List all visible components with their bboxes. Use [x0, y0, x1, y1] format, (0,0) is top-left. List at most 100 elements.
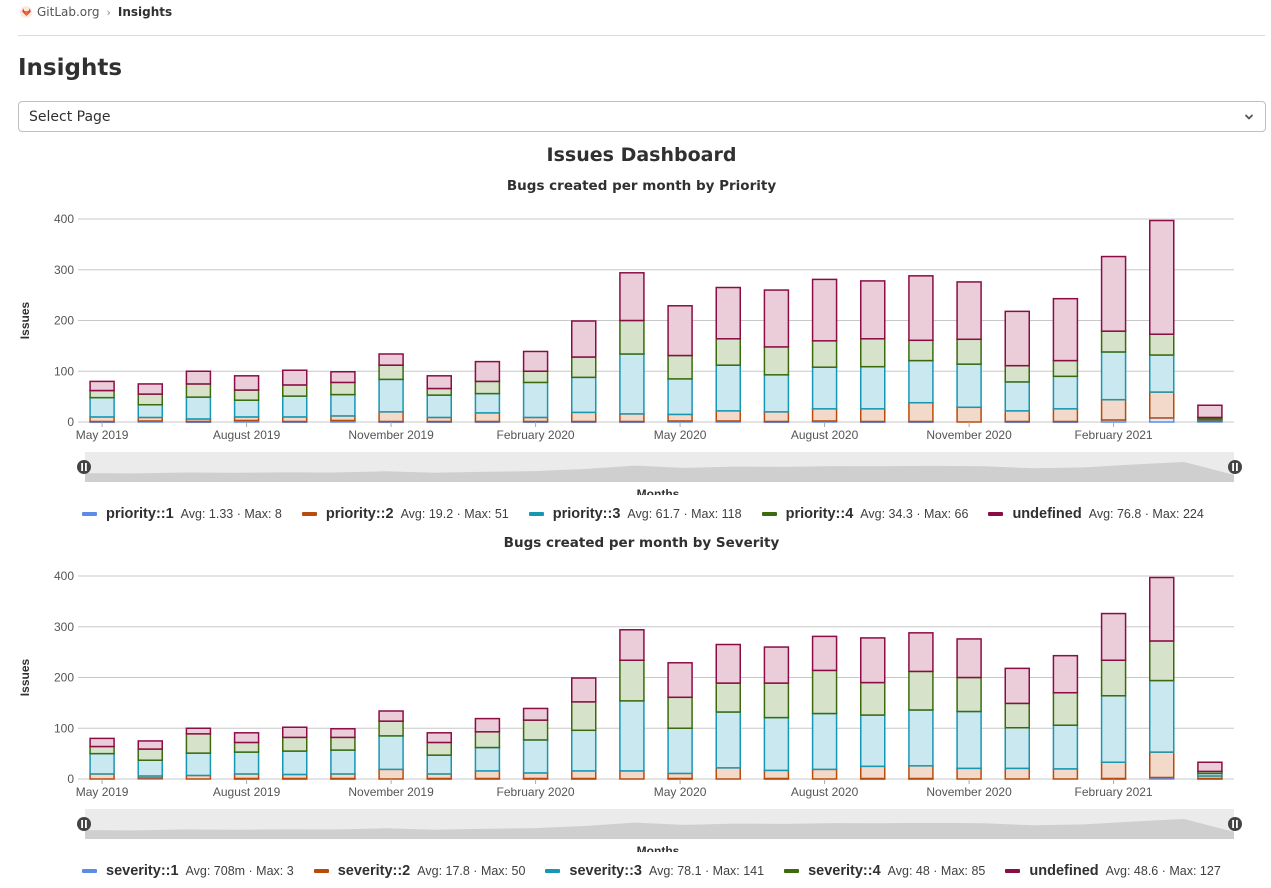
- bar-segment[interactable]: [1004, 767, 1030, 780]
- bar-segment[interactable]: [474, 392, 501, 414]
- bar-segment[interactable]: [522, 370, 549, 384]
- bar-stack[interactable]: [860, 280, 886, 424]
- bar-segment[interactable]: [763, 646, 790, 684]
- bar-segment[interactable]: [378, 735, 404, 771]
- bar-segment[interactable]: [378, 720, 404, 737]
- bar-segment[interactable]: [763, 346, 790, 376]
- bar-stack[interactable]: [1149, 576, 1175, 780]
- bar-segment[interactable]: [667, 305, 693, 357]
- bar-segment[interactable]: [715, 643, 741, 684]
- bar-segment[interactable]: [908, 401, 934, 423]
- legend-item[interactable]: undefined Avg: 76.8 · Max: 224: [988, 506, 1204, 522]
- bar-segment[interactable]: [89, 773, 115, 780]
- bar-segment[interactable]: [860, 681, 886, 716]
- bar-stack[interactable]: [89, 737, 115, 780]
- bar-segment[interactable]: [1149, 391, 1175, 419]
- bar-segment[interactable]: [619, 700, 645, 772]
- bar-segment[interactable]: [811, 340, 838, 368]
- bar-segment[interactable]: [956, 338, 982, 365]
- bar-segment[interactable]: [89, 396, 115, 418]
- bar-segment[interactable]: [571, 729, 597, 772]
- bar-segment[interactable]: [282, 395, 308, 418]
- bar-segment[interactable]: [860, 765, 886, 780]
- bar-segment[interactable]: [715, 410, 741, 422]
- bar-segment[interactable]: [282, 726, 308, 739]
- bar-stack[interactable]: [715, 643, 741, 780]
- bar-segment[interactable]: [908, 765, 934, 780]
- bar-stack[interactable]: [811, 635, 838, 780]
- bar-stack[interactable]: [330, 371, 356, 423]
- bar-stack[interactable]: [426, 732, 452, 781]
- bar-stack[interactable]: [137, 383, 163, 423]
- bar-segment[interactable]: [1100, 695, 1127, 764]
- bar-segment[interactable]: [1100, 255, 1127, 332]
- bar-segment[interactable]: [1004, 364, 1030, 383]
- bar-stack[interactable]: [619, 272, 645, 424]
- bar-stack[interactable]: [763, 289, 790, 424]
- bar-segment[interactable]: [1052, 359, 1079, 378]
- bar-stack[interactable]: [860, 637, 886, 781]
- bar-stack[interactable]: [908, 275, 934, 424]
- bar-segment[interactable]: [860, 637, 886, 684]
- bar-stack[interactable]: [185, 727, 212, 780]
- bar-stack[interactable]: [571, 320, 597, 424]
- bar-segment[interactable]: [330, 736, 356, 751]
- bar-segment[interactable]: [715, 682, 741, 713]
- bar-stack[interactable]: [474, 717, 501, 781]
- bar-segment[interactable]: [185, 396, 212, 420]
- bar-segment[interactable]: [282, 369, 308, 386]
- bar-segment[interactable]: [1004, 667, 1030, 705]
- bar-stack[interactable]: [282, 369, 308, 424]
- bar-segment[interactable]: [137, 740, 163, 750]
- bar-segment[interactable]: [522, 707, 549, 721]
- breadcrumb-current[interactable]: Insights: [118, 5, 172, 19]
- bar-segment[interactable]: [667, 378, 693, 416]
- bar-segment[interactable]: [378, 378, 404, 413]
- bar-segment[interactable]: [185, 733, 212, 754]
- bar-segment[interactable]: [137, 393, 163, 406]
- bar-stack[interactable]: [426, 375, 452, 424]
- bar-stack[interactable]: [233, 375, 260, 423]
- breadcrumb-root-link[interactable]: GitLab.org: [37, 5, 100, 19]
- bar-segment[interactable]: [1052, 375, 1079, 410]
- bar-stack[interactable]: [522, 707, 549, 781]
- bar-segment[interactable]: [522, 350, 549, 373]
- bar-segment[interactable]: [185, 370, 212, 385]
- bar-segment[interactable]: [282, 750, 308, 776]
- bar-segment[interactable]: [1004, 726, 1030, 770]
- bar-segment[interactable]: [763, 374, 790, 413]
- bar-segment[interactable]: [1149, 751, 1175, 779]
- legend-item[interactable]: severity::1 Avg: 708m · Max: 3: [82, 863, 294, 879]
- bar-segment[interactable]: [860, 714, 886, 768]
- bar-segment[interactable]: [715, 338, 741, 366]
- bar-segment[interactable]: [715, 767, 741, 780]
- bar-segment[interactable]: [1149, 640, 1175, 682]
- zoom-slider-left-handle[interactable]: [77, 817, 91, 831]
- bar-stack[interactable]: [956, 281, 982, 423]
- bar-segment[interactable]: [233, 389, 260, 401]
- bar-segment[interactable]: [1052, 768, 1079, 780]
- bar-stack[interactable]: [763, 646, 790, 781]
- legend-item[interactable]: priority::2 Avg: 19.2 · Max: 51: [301, 506, 509, 522]
- bar-stack[interactable]: [137, 740, 163, 780]
- bar-segment[interactable]: [1149, 219, 1175, 335]
- bar-segment[interactable]: [1149, 354, 1175, 393]
- bar-segment[interactable]: [89, 737, 115, 748]
- bar-segment[interactable]: [763, 716, 790, 772]
- bar-segment[interactable]: [908, 632, 934, 673]
- bar-segment[interactable]: [811, 408, 838, 422]
- bar-segment[interactable]: [282, 736, 308, 752]
- bar-segment[interactable]: [330, 381, 356, 396]
- bar-segment[interactable]: [908, 275, 934, 342]
- bar-segment[interactable]: [233, 751, 260, 775]
- bar-segment[interactable]: [1100, 351, 1127, 401]
- bar-segment[interactable]: [1100, 330, 1127, 353]
- bar-stack[interactable]: [474, 360, 501, 424]
- zoom-slider-left-handle[interactable]: [77, 460, 91, 474]
- bar-segment[interactable]: [571, 701, 597, 732]
- bar-segment[interactable]: [522, 739, 549, 774]
- bar-segment[interactable]: [811, 712, 838, 771]
- bar-segment[interactable]: [1004, 381, 1030, 412]
- bar-segment[interactable]: [956, 406, 982, 423]
- bar-segment[interactable]: [474, 717, 501, 733]
